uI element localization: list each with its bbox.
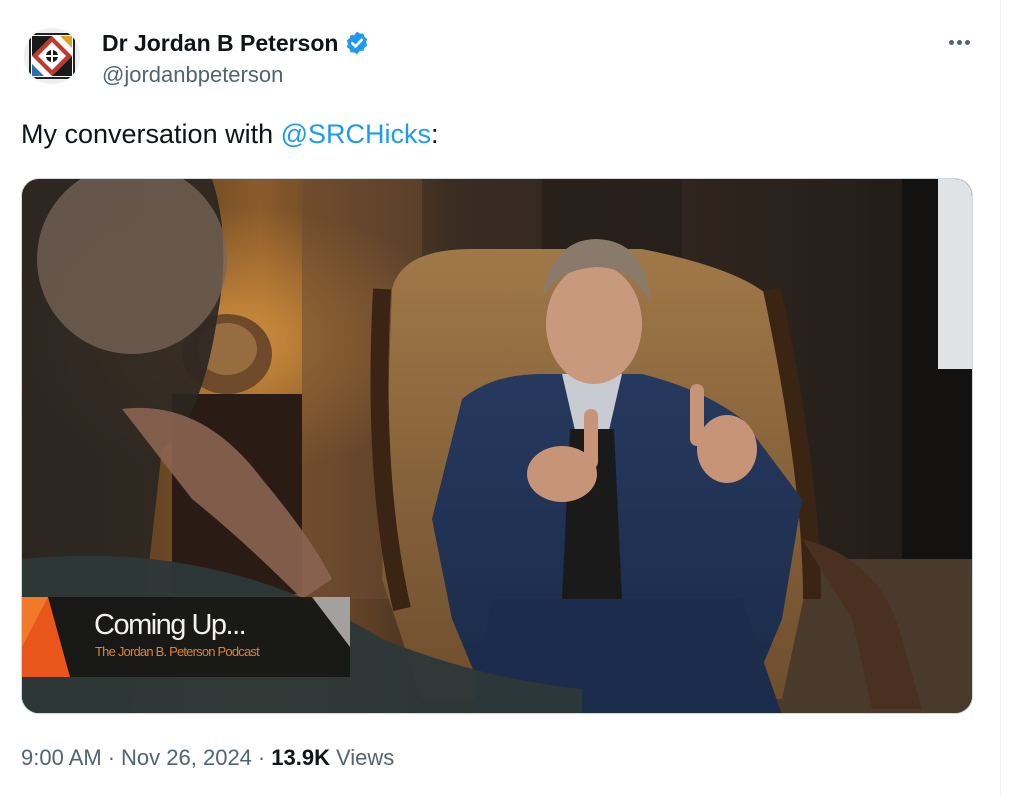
- meta-separator-2: ·: [257, 745, 266, 770]
- avatar-logo-icon: [24, 28, 80, 84]
- more-options-button[interactable]: [940, 26, 978, 58]
- overlay-subtitle: The Jordan B. Peterson Podcast: [95, 644, 260, 659]
- tweet-text: My conversation with @SRCHicks:: [21, 119, 439, 150]
- more-options-icon-dot: [964, 39, 970, 45]
- timeline-border: [1000, 0, 1001, 796]
- tweet-text-prefix: My conversation with: [21, 119, 281, 149]
- author-handle[interactable]: @jordanbpeterson: [102, 62, 283, 88]
- author-name-row[interactable]: Dr Jordan B Peterson: [102, 28, 370, 58]
- author-avatar[interactable]: [24, 28, 80, 84]
- overlay-title: Coming Up...: [94, 609, 247, 641]
- author-display-name[interactable]: Dr Jordan B Peterson: [102, 30, 338, 57]
- lower-third-corner-icon: [312, 597, 350, 647]
- verified-badge-icon: [347, 31, 368, 55]
- tweet-time[interactable]: 9:00 AM: [21, 745, 102, 771]
- meta-separator: ·: [107, 745, 116, 770]
- lower-third-accent-icon: [22, 597, 70, 677]
- mention-link[interactable]: @SRCHicks: [281, 119, 431, 149]
- tweet-page: Dr Jordan B Peterson @jordanbpeterson My…: [0, 0, 1024, 796]
- views-count: 13.9K: [271, 745, 330, 770]
- media-video[interactable]: Coming Up... The Jordan B. Peterson Podc…: [21, 178, 973, 714]
- more-options-icon-dot: [956, 39, 962, 45]
- more-options-icon: [948, 39, 954, 45]
- views-label: Views: [335, 745, 395, 770]
- tweet-date[interactable]: Nov 26, 2024: [121, 745, 252, 771]
- tweet-meta: 9:00 AM · Nov 26, 2024 · 13.9K Views: [21, 745, 394, 771]
- tweet-text-suffix: :: [431, 119, 439, 149]
